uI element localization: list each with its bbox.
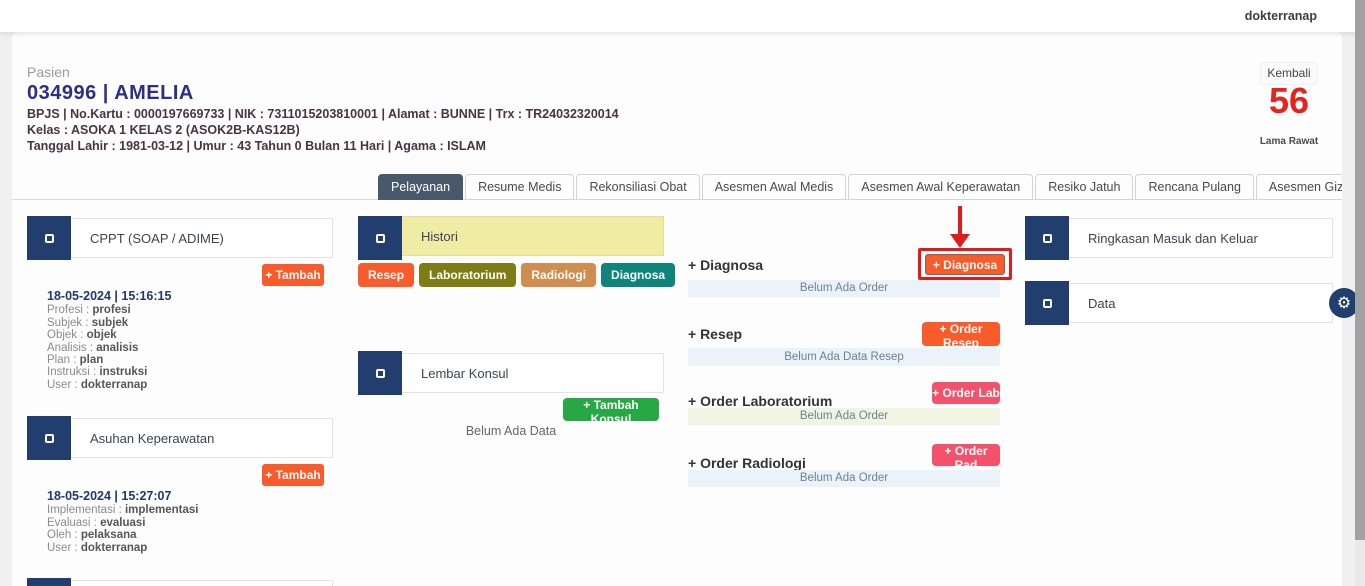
radiologi-heading: + Order Radiologi: [688, 455, 806, 471]
panel-square-icon: [376, 369, 385, 378]
asuhan-entry-field: Evaluasi : evaluasi: [47, 517, 198, 529]
histori-card-header[interactable]: Histori: [358, 216, 664, 256]
histori-filter-row: Resep Laboratorium Radiologi Diagnosa: [358, 263, 680, 287]
cppt-entry-field: Subjek : subjek: [47, 317, 171, 329]
ringkasan-card-toggle[interactable]: [1025, 216, 1069, 260]
cppt-entry-field: User : dokterranap: [47, 379, 171, 391]
radiologi-empty-strip: Belum Ada Order: [688, 470, 1000, 487]
cppt-card-toggle[interactable]: [27, 216, 71, 260]
cppt-entry-field: Profesi : profesi: [47, 304, 171, 316]
asuhan-entry-field: Implementasi : implementasi: [47, 504, 198, 516]
asuhan-entry-datetime: 18-05-2024 | 15:27:07: [47, 490, 198, 502]
cppt-entry-datetime: 18-05-2024 | 15:16:15: [47, 290, 171, 302]
histori-filter-diagnosa[interactable]: Diagnosa: [601, 263, 675, 287]
panel-square-icon: [45, 434, 54, 443]
ringkasan-card-title: Ringkasan Masuk dan Keluar: [1088, 219, 1258, 259]
resep-empty-strip: Belum Ada Data Resep: [688, 348, 1000, 366]
gear-icon: ⚙: [1337, 293, 1351, 313]
asuhan-add-button[interactable]: + Tambah: [262, 464, 324, 486]
laboratorium-heading: + Order Laboratorium: [688, 393, 832, 409]
asuhan-entry-field: Oleh : pelaksana: [47, 529, 198, 541]
main-panel: Pasien 034996 | AMELIA BPJS | No.Kartu :…: [12, 32, 1342, 586]
data-card-header[interactable]: Data: [1025, 283, 1333, 323]
panel-square-icon: [1043, 234, 1052, 243]
patient-detail-line: Tanggal Lahir : 1981-03-12 | Umur : 43 T…: [27, 139, 486, 153]
order-rad-button[interactable]: + Order Rad: [932, 444, 1000, 466]
tab-rekonsiliasi-obat[interactable]: Rekonsiliasi Obat: [576, 174, 699, 200]
annotation-arrow-head: [950, 234, 970, 248]
order-lab-button[interactable]: + Order Lab: [932, 382, 1000, 404]
length-of-stay-value: 56: [1250, 80, 1328, 122]
cppt-card-title: CPPT (SOAP / ADIME): [90, 219, 224, 259]
patient-detail-line: Kelas : ASOKA 1 KELAS 2 (ASOK2B-KAS12B): [27, 123, 300, 137]
diagnosa-empty-strip: Belum Ada Order: [688, 280, 1000, 297]
asuhan-card-header[interactable]: Asuhan Keperawatan: [27, 418, 333, 458]
laboratorium-empty-strip: Belum Ada Order: [688, 408, 1000, 425]
konsul-card-header[interactable]: Lembar Konsul: [358, 353, 664, 393]
asuhan-entry: 18-05-2024 | 15:27:07 Implementasi : imp…: [47, 490, 198, 554]
tab-asesmen-gizi[interactable]: Asesmen Gizi: [1256, 174, 1342, 200]
data-card-toggle[interactable]: [1025, 281, 1069, 325]
ringkasan-card-header[interactable]: Ringkasan Masuk dan Keluar: [1025, 218, 1333, 258]
panel-square-icon: [376, 234, 385, 243]
diagnosa-heading: + Diagnosa: [688, 257, 763, 273]
konsul-card-toggle[interactable]: [358, 351, 402, 395]
cppt-card-header[interactable]: CPPT (SOAP / ADIME): [27, 218, 333, 258]
top-bar: dokterranap: [0, 0, 1365, 32]
cppt-entry-field: Instruksi : instruksi: [47, 366, 171, 378]
tab-resume-medis[interactable]: Resume Medis: [465, 174, 574, 200]
konsul-empty-text: Belum Ada Data: [358, 424, 664, 438]
tabs-row: Pelayanan Resume Medis Rekonsiliasi Obat…: [12, 174, 1342, 200]
histori-filter-resep[interactable]: Resep: [358, 263, 414, 287]
tab-resiko-jatuh[interactable]: Resiko Jatuh: [1035, 174, 1133, 200]
length-of-stay-label: Lama Rawat: [1250, 136, 1328, 147]
tab-asesmen-awal-keperawatan[interactable]: Asesmen Awal Keperawatan: [848, 174, 1033, 200]
cppt-add-button[interactable]: + Tambah: [262, 264, 324, 286]
tab-asesmen-awal-medis[interactable]: Asesmen Awal Medis: [702, 174, 847, 200]
partial-card-header[interactable]: [27, 580, 333, 586]
order-resep-button[interactable]: + Order Resep: [922, 322, 1000, 346]
konsul-add-button[interactable]: + Tambah Konsul: [563, 398, 659, 421]
patient-title: 034996 | AMELIA: [27, 82, 194, 105]
panel-square-icon: [1043, 299, 1052, 308]
histori-card-title: Histori: [421, 217, 458, 257]
tab-rencana-pulang[interactable]: Rencana Pulang: [1135, 174, 1253, 200]
tabs: Pelayanan Resume Medis Rekonsiliasi Obat…: [378, 174, 1342, 200]
user-menu[interactable]: dokterranap: [1245, 0, 1317, 32]
patient-section-label: Pasien: [27, 64, 70, 80]
asuhan-entry-field: User : dokterranap: [47, 542, 198, 554]
tab-pelayanan[interactable]: Pelayanan: [378, 174, 463, 200]
data-card-title: Data: [1088, 284, 1115, 324]
scrollbar-thumb[interactable]: [1355, 0, 1365, 540]
histori-filter-laboratorium[interactable]: Laboratorium: [419, 263, 516, 287]
konsul-card-title: Lembar Konsul: [421, 354, 508, 394]
asuhan-card-toggle[interactable]: [27, 416, 71, 460]
cppt-entry-field: Objek : objek: [47, 329, 171, 341]
histori-filter-radiologi[interactable]: Radiologi: [521, 263, 596, 287]
asuhan-card-title: Asuhan Keperawatan: [90, 419, 214, 459]
histori-card-toggle[interactable]: [358, 216, 402, 260]
page-scrollbar: [1355, 0, 1365, 586]
patient-detail-line: BPJS | No.Kartu : 0000197669733 | NIK : …: [27, 107, 619, 121]
cppt-entry: 18-05-2024 | 15:16:15 Profesi : profesi …: [47, 290, 171, 391]
partial-card-toggle[interactable]: [27, 578, 71, 586]
annotation-arrow-shaft: [958, 206, 962, 234]
cppt-entry-field: Analisis : analisis: [47, 342, 171, 354]
resep-heading: + Resep: [688, 326, 742, 342]
diagnosa-order-button[interactable]: + Diagnosa: [925, 254, 1005, 275]
panel-square-icon: [45, 234, 54, 243]
cppt-entry-field: Plan : plan: [47, 354, 171, 366]
